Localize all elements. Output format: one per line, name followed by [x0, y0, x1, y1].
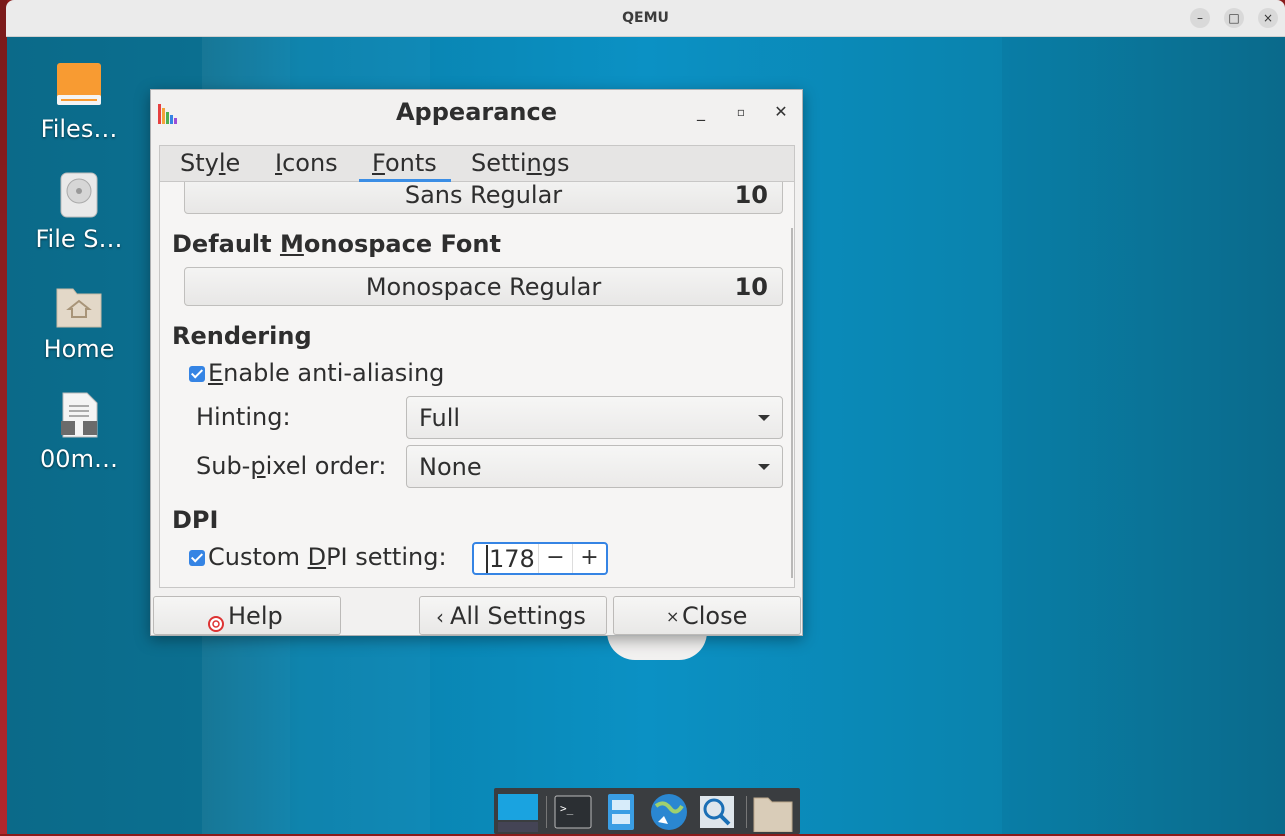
help-button[interactable]: Help — [153, 596, 341, 635]
desktop-icon-document[interactable]: 00m… — [25, 391, 133, 473]
qemu-minimize-button[interactable]: – — [1190, 8, 1210, 28]
default-font-name: Sans Regular — [404, 182, 563, 209]
close-button[interactable]: × Close — [613, 596, 801, 635]
show-desktop-icon[interactable] — [497, 792, 539, 832]
qemu-titlebar[interactable]: QEMU – □ × — [6, 0, 1285, 37]
help-lifebuoy-icon — [208, 610, 224, 632]
chevron-left-icon: ‹ — [436, 605, 444, 629]
qemu-title: QEMU — [622, 10, 669, 26]
folder-icon[interactable] — [752, 792, 794, 833]
appearance-dialog: Appearance _ ▫ ✕ Style Icons Fonts Setti… — [150, 89, 803, 636]
tab-settings[interactable]: Settings — [471, 149, 569, 177]
monospace-font-heading: Default Monospace Font — [172, 230, 501, 258]
dock-panel: >_ — [494, 788, 800, 834]
rendering-heading: Rendering — [172, 322, 312, 350]
custom-dpi-label[interactable]: Custom DPI setting: — [208, 543, 447, 571]
monospace-font-button[interactable]: Monospace Regular 10 — [184, 267, 783, 306]
subpixel-order-label: Sub-pixel order: — [196, 452, 387, 480]
custom-dpi-checkbox[interactable] — [189, 550, 205, 566]
terminal-icon[interactable]: >_ — [552, 792, 594, 832]
dpi-increment-button[interactable]: + — [572, 544, 606, 573]
qemu-window: QEMU – □ × Files… File S… Home 00m… Appe… — [0, 0, 1285, 834]
dialog-close-button[interactable]: ✕ — [769, 100, 793, 124]
dpi-decrement-button[interactable]: − — [538, 544, 572, 573]
subpixel-order-dropdown[interactable]: None — [406, 445, 783, 488]
locked-document-icon — [55, 391, 103, 439]
antialiasing-label[interactable]: Enable anti-aliasing — [208, 359, 444, 387]
desktop-icon-label: 00m… — [40, 445, 118, 473]
tab-style[interactable]: Style — [180, 149, 240, 177]
desktop-icon-label: Home — [43, 335, 115, 363]
desktop-icon-label: File S… — [35, 225, 123, 253]
monospace-font-size: 10 — [734, 273, 768, 301]
subpixel-order-value: None — [419, 453, 482, 481]
dock-separator — [546, 796, 547, 828]
dpi-input[interactable]: 178 — [486, 545, 538, 573]
desktop-icon-files[interactable]: Files… — [25, 61, 133, 143]
qemu-close-button[interactable]: × — [1258, 8, 1278, 28]
dpi-heading: DPI — [172, 506, 219, 534]
default-font-button[interactable]: Sans Regular 10 — [184, 182, 783, 214]
desktop-icon-home[interactable]: Home — [25, 281, 133, 363]
hinting-label: Hinting: — [196, 403, 291, 431]
dpi-spinbutton[interactable]: 178 − + — [472, 542, 608, 575]
close-label: Close — [682, 602, 748, 630]
dialog-minimize-button[interactable]: _ — [689, 100, 713, 124]
qemu-maximize-button[interactable]: □ — [1224, 8, 1244, 28]
fonts-panel: Sans Regular 10 Default Monospace Font M… — [159, 182, 795, 588]
tab-icons[interactable]: Icons — [275, 149, 338, 177]
harddisk-icon — [55, 171, 103, 219]
close-icon: × — [666, 607, 680, 626]
dialog-maximize-button[interactable]: ▫ — [729, 100, 753, 124]
tab-bar: Style Icons Fonts Settings — [159, 145, 795, 182]
drive-icon — [55, 61, 103, 109]
dock-separator — [746, 796, 747, 828]
file-manager-icon[interactable] — [600, 792, 642, 832]
wallpaper-mascot — [607, 632, 707, 660]
monospace-font-name: Monospace Regular — [365, 273, 602, 301]
default-font-size: 10 — [734, 182, 768, 209]
all-settings-label: All Settings — [450, 602, 586, 630]
tab-fonts[interactable]: Fonts — [372, 149, 437, 177]
dropdown-arrow-icon — [758, 415, 770, 421]
all-settings-button[interactable]: ‹ All Settings — [419, 596, 607, 635]
wallpaper-band — [1002, 37, 1285, 834]
search-icon[interactable] — [696, 792, 738, 832]
hinting-dropdown[interactable]: Full — [406, 396, 783, 439]
web-browser-icon[interactable] — [648, 792, 690, 832]
desktop-icon-label: Files… — [40, 115, 118, 143]
help-label: Help — [228, 602, 283, 630]
antialiasing-checkbox[interactable] — [189, 366, 205, 382]
content-scrollbar[interactable] — [791, 228, 793, 578]
hinting-value: Full — [419, 404, 461, 432]
home-folder-icon — [55, 281, 103, 329]
desktop-icon-filesystem[interactable]: File S… — [25, 171, 133, 253]
dropdown-arrow-icon — [758, 464, 770, 470]
svg-text:>_: >_ — [560, 802, 574, 815]
host-desktop-edge — [0, 0, 7, 834]
